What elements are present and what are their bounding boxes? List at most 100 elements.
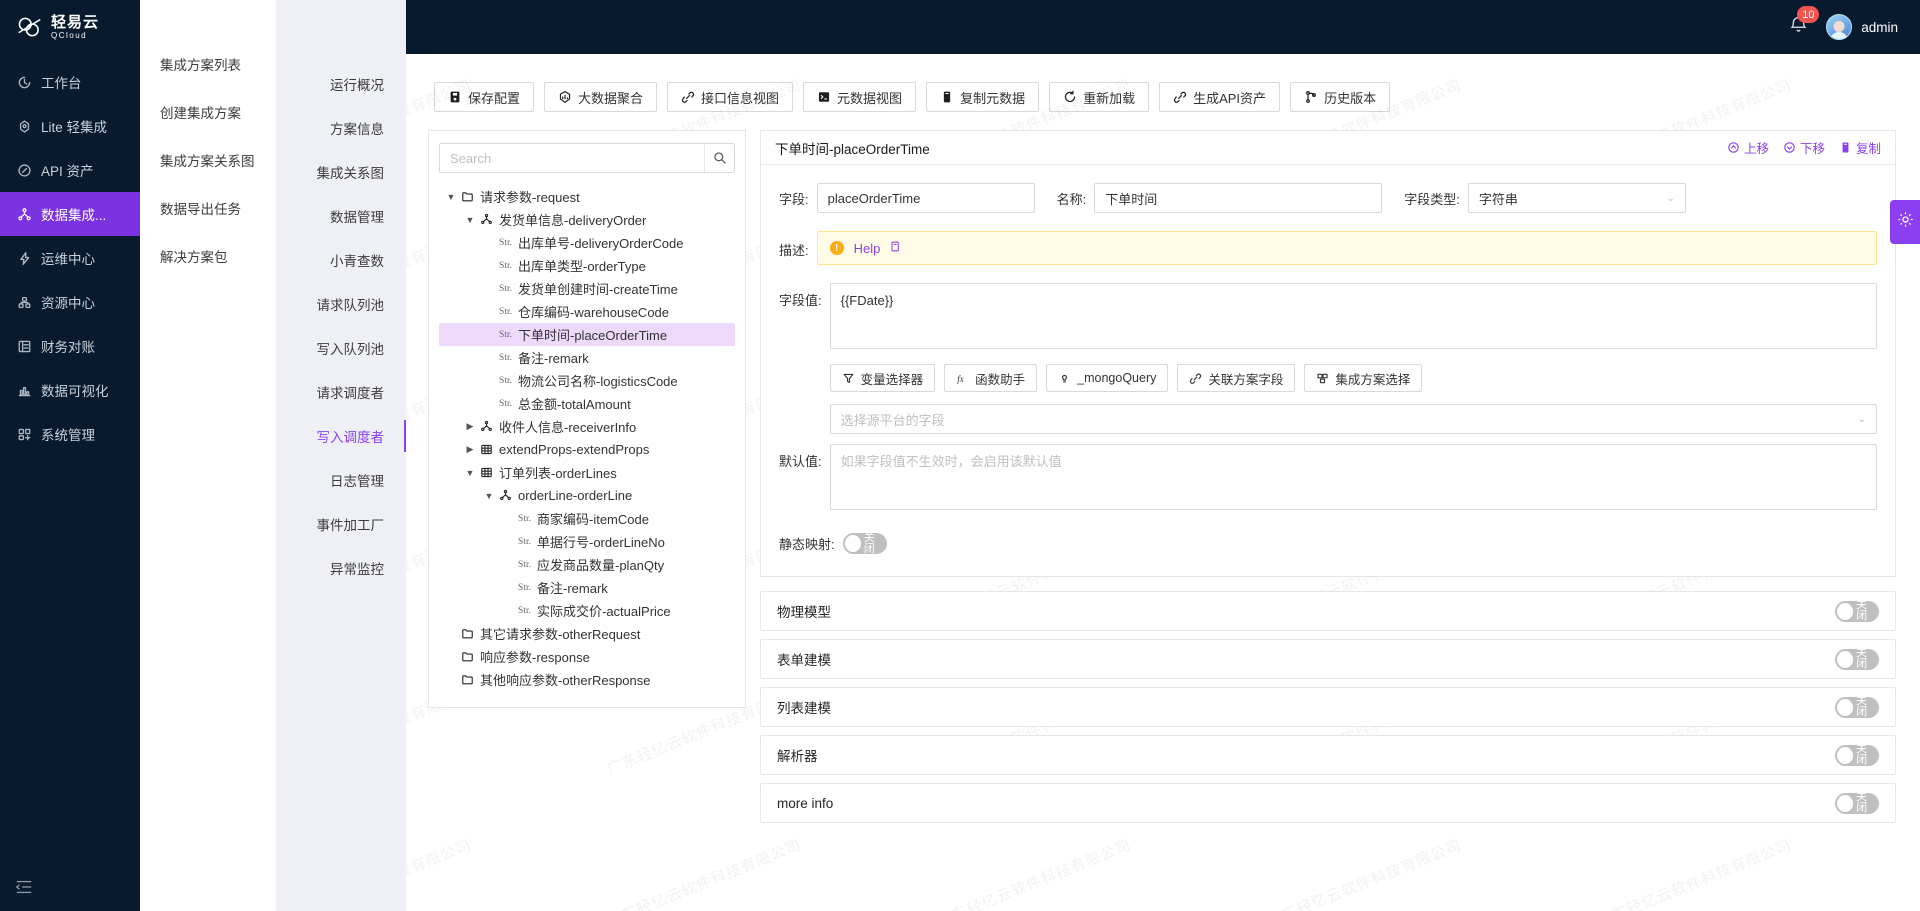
tree-node[interactable]: ▼ orderLine-orderLine (439, 484, 735, 507)
tree-node[interactable]: Str. 单据行号-orderLineNo (439, 530, 735, 553)
tree-node[interactable]: Str. 商家编码-itemCode (439, 507, 735, 530)
nav3-item-4[interactable]: 数据管理 (276, 194, 406, 238)
nav3-item-12[interactable]: 异常监控 (276, 546, 406, 590)
tree-node[interactable]: Str. 出库单类型-orderType (439, 254, 735, 277)
tree-node[interactable]: ▶ 收件人信息-receiverInfo (439, 415, 735, 438)
tree-node[interactable]: ▼ 订单列表-orderLines (439, 461, 735, 484)
toolbar-button-label: 重新加载 (1083, 90, 1136, 106)
nav2-item-5[interactable]: 解决方案包 (140, 232, 276, 280)
nav3-item-5[interactable]: 小青查数 (276, 238, 406, 282)
folder-icon (459, 627, 476, 640)
value-chip-5[interactable]: 集成方案选择 (1304, 364, 1423, 392)
tree-node[interactable]: ▼ 发货单信息-deliveryOrder (439, 208, 735, 231)
external-doc-icon[interactable] (890, 239, 901, 257)
accordion-toggle[interactable]: 关闭 (1835, 648, 1879, 670)
chevron-down-icon[interactable]: ▼ (462, 215, 478, 225)
accordion-item-3[interactable]: 列表建模 关闭 (760, 687, 1896, 727)
detail-scroll-area[interactable]: 下单时间-placeOrderTime 上移 下移 复制 字段: placeOr… (760, 130, 1898, 911)
nav2-item-1[interactable]: 集成方案列表 (140, 40, 276, 88)
toolbar-button-3[interactable]: 接口信息视图 (667, 82, 794, 112)
accordion-item-1[interactable]: 物理模型 关闭 (760, 591, 1896, 631)
accordion-toggle[interactable]: 关闭 (1835, 792, 1879, 814)
toolbar-button-4[interactable]: 元数据视图 (803, 82, 917, 112)
chevron-down-icon[interactable]: ▼ (481, 491, 497, 501)
sidebar-item-9[interactable]: 系统管理 (0, 412, 140, 456)
tree-node[interactable]: Str. 实际成交价-actualPrice (439, 599, 735, 622)
tree-node[interactable]: ▶ extendProps-extendProps (439, 438, 735, 461)
sidebar-item-5[interactable]: 运维中心 (0, 236, 140, 280)
nav3-item-7[interactable]: 写入队列池 (276, 326, 406, 370)
search-input[interactable] (440, 144, 704, 172)
tree-node[interactable]: Str. 总金额-totalAmount (439, 392, 735, 415)
tree-node[interactable]: Str. 出库单号-deliveryOrderCode (439, 231, 735, 254)
value-chip-3[interactable]: _mongoQuery (1046, 364, 1169, 392)
nav2-item-4[interactable]: 数据导出任务 (140, 184, 276, 232)
field-input[interactable] (827, 190, 1024, 206)
brand-logo[interactable]: 轻易云 QCloud (0, 0, 140, 54)
toolbar-button-6[interactable]: 重新加载 (1049, 82, 1150, 112)
value-chip-1[interactable]: 变量选择器 (829, 364, 936, 392)
tree-node[interactable]: Str. 发货单创建时间-createTime (439, 277, 735, 300)
toolbar-button-8[interactable]: 历史版本 (1290, 82, 1391, 112)
toolbar-button-7[interactable]: 生成API资产 (1159, 82, 1281, 112)
nav3-item-8[interactable]: 请求调度者 (276, 370, 406, 414)
detail-action-2[interactable]: 下移 (1783, 138, 1825, 157)
accordion-item-4[interactable]: 解析器 关闭 (760, 735, 1896, 775)
tree-node-label: 发货单信息-deliveryOrder (499, 213, 647, 228)
sidebar-item-7[interactable]: 财务对账 (0, 324, 140, 368)
tree-node[interactable]: 响应参数-response (439, 645, 735, 668)
tree-node[interactable]: Str. 物流公司名称-logisticsCode (439, 369, 735, 392)
nav2-item-2[interactable]: 创建集成方案 (140, 88, 276, 136)
notifications-button[interactable]: 10 (1789, 6, 1820, 39)
chevron-right-icon[interactable]: ▶ (462, 421, 478, 432)
nav3-item-3[interactable]: 集成关系图 (276, 150, 406, 194)
sidebar-item-2[interactable]: Lite 轻集成 (0, 104, 140, 148)
value-chip-4[interactable]: 关联方案字段 (1177, 364, 1296, 392)
default-value-textarea[interactable] (829, 444, 1877, 510)
sidebar-item-6[interactable]: 资源中心 (0, 280, 140, 324)
help-link[interactable]: Help (854, 241, 881, 256)
toolbar-button-1[interactable]: 保存配置 (434, 82, 535, 112)
value-chip-2[interactable]: fx 函数助手 (944, 364, 1038, 392)
accordion-toggle[interactable]: 关闭 (1835, 600, 1879, 622)
sidebar-item-4[interactable]: 数据集成... (0, 192, 140, 236)
accordion-toggle[interactable]: 关闭 (1835, 744, 1879, 766)
sidebar-item-8[interactable]: 数据可视化 (0, 368, 140, 412)
chevron-right-icon[interactable]: ▶ (462, 444, 478, 455)
nav3-item-11[interactable]: 事件加工厂 (276, 502, 406, 546)
nav3-item-1[interactable]: 运行概况 (276, 62, 406, 106)
sidebar-item-3[interactable]: API 资产 (0, 148, 140, 192)
accordion-toggle[interactable]: 关闭 (1835, 696, 1879, 718)
toolbar-button-2[interactable]: 大数据聚合 (544, 82, 658, 112)
source-field-select[interactable]: 选择源平台的字段 ⌄ (829, 404, 1877, 434)
chevron-down-icon[interactable]: ▼ (462, 468, 478, 478)
tree-node-selected[interactable]: Str. 下单时间-placeOrderTime (439, 323, 735, 346)
detail-action-3[interactable]: 复制 (1839, 138, 1881, 157)
field-type-select[interactable]: 字符串 ⌄ (1467, 183, 1686, 213)
static-mapping-toggle[interactable]: 关闭 (842, 532, 887, 554)
user-menu[interactable]: admin (1826, 14, 1898, 40)
nav3-item-9[interactable]: 写入调度者 (276, 414, 406, 458)
field-value-textarea[interactable] (829, 283, 1877, 349)
toolbar-button-5[interactable]: 复制元数据 (926, 82, 1040, 112)
accordion-item-2[interactable]: 表单建模 关闭 (760, 639, 1896, 679)
nav3-item-2[interactable]: 方案信息 (276, 106, 406, 150)
tree-node[interactable]: Str. 备注-remark (439, 346, 735, 369)
tree-node[interactable]: 其他响应参数-otherResponse (439, 668, 735, 691)
name-input[interactable] (1105, 190, 1372, 206)
tree-node[interactable]: Str. 备注-remark (439, 576, 735, 599)
nav3-item-6[interactable]: 请求队列池 (276, 282, 406, 326)
sidebar-collapse-icon[interactable] (14, 877, 34, 897)
tree-node[interactable]: Str. 应发商品数量-planQty (439, 553, 735, 576)
nav2-item-3[interactable]: 集成方案关系图 (140, 136, 276, 184)
sidebar-item-1[interactable]: 工作台 (0, 60, 140, 104)
accordion-item-5[interactable]: more info 关闭 (760, 783, 1896, 823)
search-icon[interactable] (704, 144, 734, 172)
tree-node[interactable]: Str. 仓库编码-warehouseCode (439, 300, 735, 323)
chevron-down-icon[interactable]: ▼ (443, 192, 459, 202)
settings-tab-button[interactable] (1890, 200, 1920, 244)
detail-action-1[interactable]: 上移 (1727, 138, 1769, 157)
tree-node[interactable]: 其它请求参数-otherRequest (439, 622, 735, 645)
tree-node[interactable]: ▼ 请求参数-request (439, 185, 735, 208)
nav3-item-10[interactable]: 日志管理 (276, 458, 406, 502)
